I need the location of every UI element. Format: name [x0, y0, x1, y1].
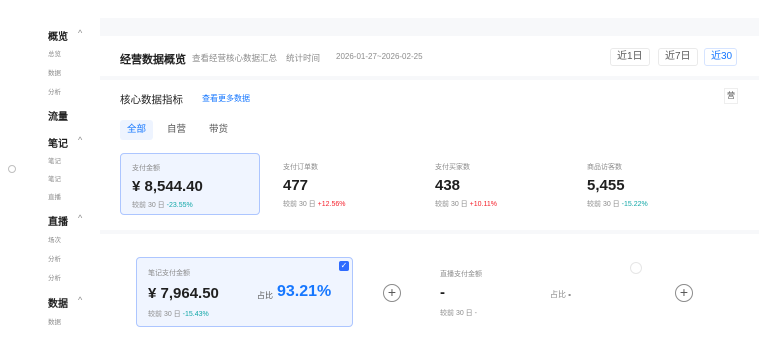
- breakdown-comparison: 较前 30 日 -15.43%: [148, 311, 209, 318]
- range-label: 统计时间: [286, 53, 321, 63]
- breakdown-value: -: [440, 284, 445, 301]
- metric-card-orders[interactable]: 支付订单数 477 较前 30 日 +12.56%: [272, 153, 412, 215]
- nav-item[interactable]: 笔记: [48, 155, 61, 165]
- check-icon[interactable]: ✓: [339, 261, 349, 271]
- chevron-up-icon[interactable]: ^: [78, 213, 82, 223]
- metric-comparison: 较前 30 日 +12.56%: [283, 201, 346, 208]
- filter-tab-all[interactable]: 全部: [120, 120, 154, 140]
- range-7d-button[interactable]: 近7日: [658, 48, 698, 66]
- nav-item[interactable]: 场次: [48, 234, 61, 244]
- nav-item[interactable]: 笔记: [48, 173, 61, 183]
- nav-item[interactable]: 分析: [48, 272, 61, 282]
- nav-item[interactable]: 数据: [48, 316, 61, 326]
- metric-value: 438: [435, 177, 461, 194]
- nav-group-live[interactable]: 直播: [48, 213, 68, 228]
- nav-group-traffic[interactable]: 流量: [48, 108, 68, 123]
- nav-item[interactable]: 数据: [48, 67, 61, 77]
- view-more-link[interactable]: 查看更多数据: [202, 93, 250, 104]
- radio-icon[interactable]: [630, 262, 642, 274]
- metric-value: ¥ 8,544.40: [132, 178, 203, 195]
- breakdown-label: 笔记支付金额: [148, 270, 190, 277]
- metric-label: 商品访客数: [587, 164, 622, 171]
- nav-item[interactable]: 分析: [48, 86, 61, 96]
- range-1d-button[interactable]: 近1日: [610, 48, 650, 66]
- range-30d-button[interactable]: 近30: [704, 48, 738, 66]
- breakdown-label: 直播支付金额: [440, 271, 482, 278]
- breakdown-card-notes[interactable]: 笔记支付金额 ¥ 7,964.50 占比 93.21% 较前 30 日 -15.…: [136, 257, 353, 327]
- chevron-up-icon[interactable]: ^: [78, 28, 82, 38]
- date-range[interactable]: 2026-01-27~2026-02-25: [336, 52, 423, 61]
- filter-tab-affiliate[interactable]: 带货: [202, 120, 235, 140]
- metric-label: 支付订单数: [283, 164, 318, 171]
- section-action-button[interactable]: 营: [724, 88, 738, 104]
- metric-comparison: 较前 30 日 +10.11%: [435, 201, 497, 208]
- metric-comparison: 较前 30 日 -23.55%: [132, 202, 193, 209]
- nav-group-overview[interactable]: 概览: [48, 28, 68, 43]
- info-icon: [8, 165, 16, 173]
- page-title: 经营数据概览: [120, 54, 186, 66]
- metric-label: 支付买家数: [435, 164, 470, 171]
- add-icon[interactable]: +: [675, 284, 693, 302]
- metric-card-visitors[interactable]: 商品访客数 5,455 较前 30 日 -15.22%: [576, 153, 716, 215]
- share-value: 93.21%: [277, 283, 332, 300]
- chevron-up-icon[interactable]: ^: [78, 295, 82, 305]
- add-icon[interactable]: +: [383, 284, 401, 302]
- nav-group-notes[interactable]: 笔记: [48, 135, 68, 150]
- nav-item[interactable]: 总览: [48, 48, 61, 58]
- page-subtitle: 查看经营核心数据汇总: [192, 53, 278, 63]
- nav-item[interactable]: 直播: [48, 191, 61, 201]
- section-title: 核心数据指标: [120, 94, 183, 106]
- metric-value: 477: [283, 177, 309, 194]
- metric-value: 5,455: [587, 177, 625, 194]
- metric-label: 支付金额: [132, 165, 160, 172]
- breakdown-card-live[interactable]: 直播支付金额 - 占比 - 较前 30 日 -: [440, 257, 660, 327]
- share-text: 占比 -: [550, 290, 571, 299]
- metric-comparison: 较前 30 日 -15.22%: [587, 201, 648, 208]
- filter-tab-self[interactable]: 自营: [160, 120, 193, 140]
- chevron-up-icon[interactable]: ^: [78, 135, 82, 145]
- nav-item[interactable]: 分析: [48, 253, 61, 263]
- metric-card-payment-amount[interactable]: 支付金额 ¥ 8,544.40 较前 30 日 -23.55%: [120, 153, 260, 215]
- nav-group-data[interactable]: 数据: [48, 295, 68, 310]
- breakdown-value: ¥ 7,964.50: [148, 285, 219, 302]
- share-label: 占比: [257, 291, 273, 300]
- metric-card-buyers[interactable]: 支付买家数 438 较前 30 日 +10.11%: [424, 153, 564, 215]
- breakdown-comparison: 较前 30 日 -: [440, 310, 477, 317]
- header-panel: 经营数据概览 查看经营核心数据汇总 统计时间 2026-01-27~2026-0…: [100, 36, 759, 76]
